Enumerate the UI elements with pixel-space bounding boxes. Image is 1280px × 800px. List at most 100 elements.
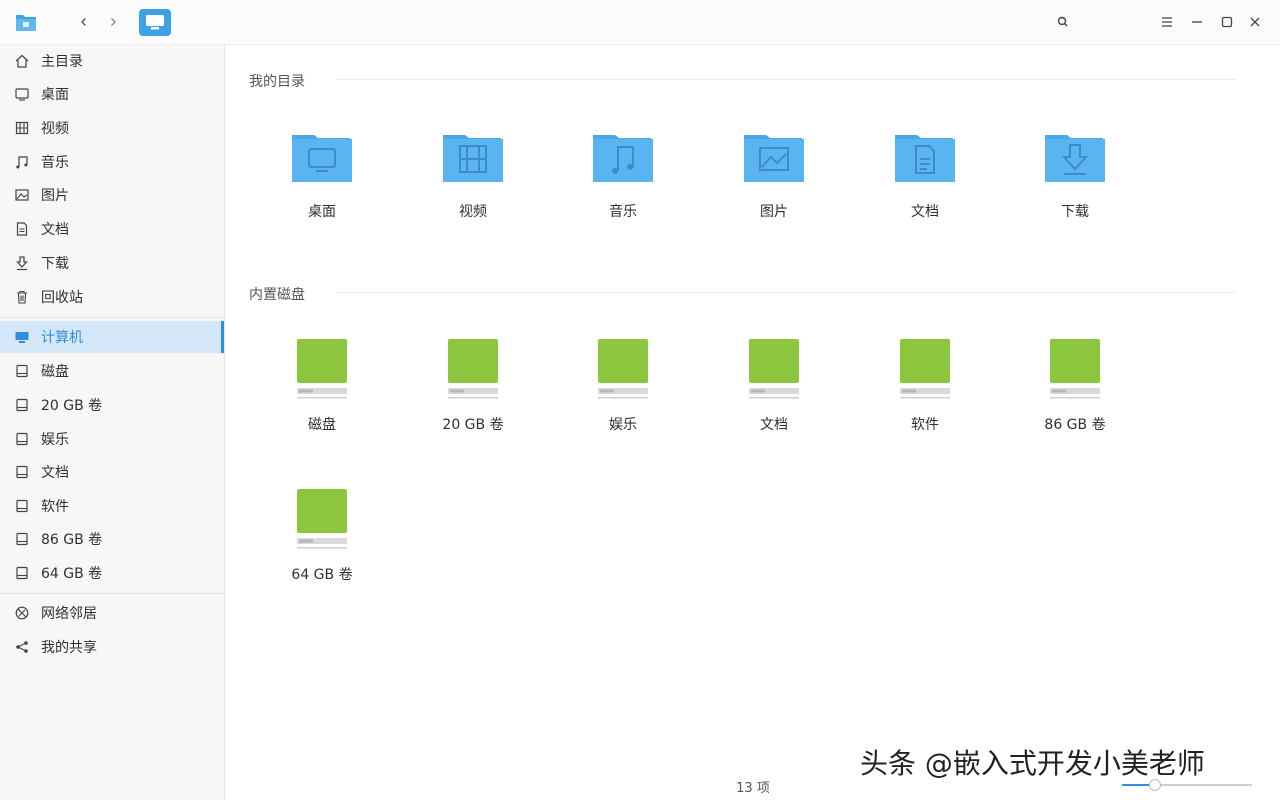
sidebar-item-trash[interactable]: 回收站 bbox=[0, 281, 224, 313]
music-icon bbox=[13, 153, 31, 171]
computer-location-button[interactable] bbox=[139, 9, 171, 36]
sidebar-item-drive-86gb[interactable]: 86 GB 卷 bbox=[0, 523, 224, 555]
maximize-button[interactable] bbox=[1217, 12, 1237, 32]
sidebar-item-label: 64 GB 卷 bbox=[41, 566, 103, 582]
watermark-text: 头条 @嵌入式开发小美老师 bbox=[860, 747, 1205, 780]
drive-label: 娱乐 bbox=[609, 417, 637, 433]
sidebar-item-computer[interactable]: 计算机 bbox=[0, 321, 224, 353]
drive-tile-20gb[interactable]: 20 GB 卷 bbox=[413, 339, 533, 467]
close-icon bbox=[1250, 17, 1260, 27]
folder-tile-downloads[interactable]: 下载 bbox=[1015, 134, 1135, 254]
sidebar-divider bbox=[0, 317, 224, 318]
folder-tile-videos[interactable]: 视频 bbox=[413, 134, 533, 254]
sidebar-item-label: 磁盘 bbox=[41, 364, 69, 380]
drive-tile-software[interactable]: 软件 bbox=[865, 339, 985, 467]
section-divider bbox=[336, 292, 1236, 293]
drive-tile-64gb[interactable]: 64 GB 卷 bbox=[262, 489, 382, 617]
search-button[interactable] bbox=[1053, 12, 1073, 32]
search-icon bbox=[1057, 16, 1068, 27]
address-bar[interactable] bbox=[176, 10, 1046, 35]
sidebar-item-documents[interactable]: 文档 bbox=[0, 213, 224, 245]
zoom-slider[interactable] bbox=[1122, 779, 1252, 791]
folder-tile-desktop[interactable]: 桌面 bbox=[262, 134, 382, 254]
drive-label: 20 GB 卷 bbox=[442, 417, 504, 433]
drive-icon bbox=[13, 362, 31, 380]
network-icon bbox=[13, 604, 31, 622]
sidebar-item-label: 计算机 bbox=[41, 330, 83, 346]
drive-label: 64 GB 卷 bbox=[291, 567, 353, 583]
section-divider bbox=[336, 79, 1236, 80]
sidebar-item-videos[interactable]: 视频 bbox=[0, 112, 224, 144]
sidebar-divider bbox=[0, 593, 224, 594]
sidebar-item-label: 娱乐 bbox=[41, 432, 69, 448]
folder-tile-documents[interactable]: 文档 bbox=[865, 134, 985, 254]
sidebar-item-label: 20 GB 卷 bbox=[41, 398, 103, 414]
file-manager-logo-icon bbox=[14, 11, 38, 33]
computer-icon bbox=[13, 328, 31, 346]
sidebar-item-drive-documents[interactable]: 文档 bbox=[0, 456, 224, 488]
download-folder-icon bbox=[1045, 129, 1105, 189]
drive-label: 86 GB 卷 bbox=[1044, 417, 1106, 433]
drive-tile-entertainment[interactable]: 娱乐 bbox=[563, 339, 683, 467]
minimize-button[interactable] bbox=[1187, 12, 1207, 32]
drive-icon bbox=[292, 339, 352, 399]
drive-tile-86gb[interactable]: 86 GB 卷 bbox=[1015, 339, 1135, 467]
back-button[interactable] bbox=[72, 12, 96, 32]
desktop-icon bbox=[13, 85, 31, 103]
sidebar-item-drive-software[interactable]: 软件 bbox=[0, 490, 224, 522]
menu-button[interactable] bbox=[1157, 12, 1177, 32]
menu-icon bbox=[1162, 17, 1172, 27]
picture-icon bbox=[13, 186, 31, 204]
folder-tile-pictures[interactable]: 图片 bbox=[714, 134, 834, 254]
music-folder-icon bbox=[593, 129, 653, 189]
folder-label: 音乐 bbox=[609, 204, 637, 220]
folder-tile-music[interactable]: 音乐 bbox=[563, 134, 683, 254]
drive-label: 磁盘 bbox=[308, 417, 336, 433]
drive-icon bbox=[443, 339, 503, 399]
drive-tile-disk[interactable]: 磁盘 bbox=[262, 339, 382, 467]
sidebar-item-desktop[interactable]: 桌面 bbox=[0, 78, 224, 110]
download-icon bbox=[13, 254, 31, 272]
drive-icon bbox=[13, 430, 31, 448]
document-folder-icon bbox=[895, 129, 955, 189]
folder-label: 下载 bbox=[1061, 204, 1089, 220]
drive-icon bbox=[895, 339, 955, 399]
sidebar-item-drive-entertainment[interactable]: 娱乐 bbox=[0, 423, 224, 455]
folder-label: 文档 bbox=[911, 204, 939, 220]
forward-button[interactable] bbox=[101, 12, 125, 32]
sidebar-item-home[interactable]: 主目录 bbox=[0, 45, 224, 77]
sidebar-item-label: 回收站 bbox=[41, 290, 83, 306]
sidebar-item-label: 软件 bbox=[41, 499, 69, 515]
drive-icon bbox=[593, 339, 653, 399]
drive-icon bbox=[292, 489, 352, 549]
drive-tile-documents[interactable]: 文档 bbox=[714, 339, 834, 467]
sidebar-item-label: 视频 bbox=[41, 121, 69, 137]
drive-icon bbox=[744, 339, 804, 399]
picture-folder-icon bbox=[744, 129, 804, 189]
sidebar-item-label: 音乐 bbox=[41, 155, 69, 171]
sidebar-item-label: 图片 bbox=[41, 188, 69, 204]
drive-icon bbox=[13, 497, 31, 515]
sidebar-item-label: 下载 bbox=[41, 256, 69, 272]
sidebar-item-label: 86 GB 卷 bbox=[41, 532, 103, 548]
sidebar-item-pictures[interactable]: 图片 bbox=[0, 179, 224, 211]
sidebar-item-label: 网络邻居 bbox=[41, 606, 97, 622]
sidebar-item-network[interactable]: 网络邻居 bbox=[0, 597, 224, 629]
computer-icon bbox=[146, 15, 164, 30]
sidebar-item-label: 文档 bbox=[41, 222, 69, 238]
video-icon bbox=[13, 119, 31, 137]
sidebar-item-label: 主目录 bbox=[41, 54, 83, 70]
sidebar-item-music[interactable]: 音乐 bbox=[0, 146, 224, 178]
sidebar-item-drive-disk[interactable]: 磁盘 bbox=[0, 355, 224, 387]
trash-icon bbox=[13, 288, 31, 306]
sidebar-item-my-shares[interactable]: 我的共享 bbox=[0, 631, 224, 663]
sidebar-item-drive-64gb[interactable]: 64 GB 卷 bbox=[0, 557, 224, 589]
sidebar-item-label: 桌面 bbox=[41, 87, 69, 103]
share-icon bbox=[13, 638, 31, 656]
drive-label: 软件 bbox=[911, 417, 939, 433]
sidebar-item-drive-20gb[interactable]: 20 GB 卷 bbox=[0, 389, 224, 421]
desktop-folder-icon bbox=[292, 129, 352, 189]
close-button[interactable] bbox=[1245, 12, 1265, 32]
chevron-right-icon bbox=[111, 18, 116, 26]
sidebar-item-downloads[interactable]: 下载 bbox=[0, 247, 224, 279]
